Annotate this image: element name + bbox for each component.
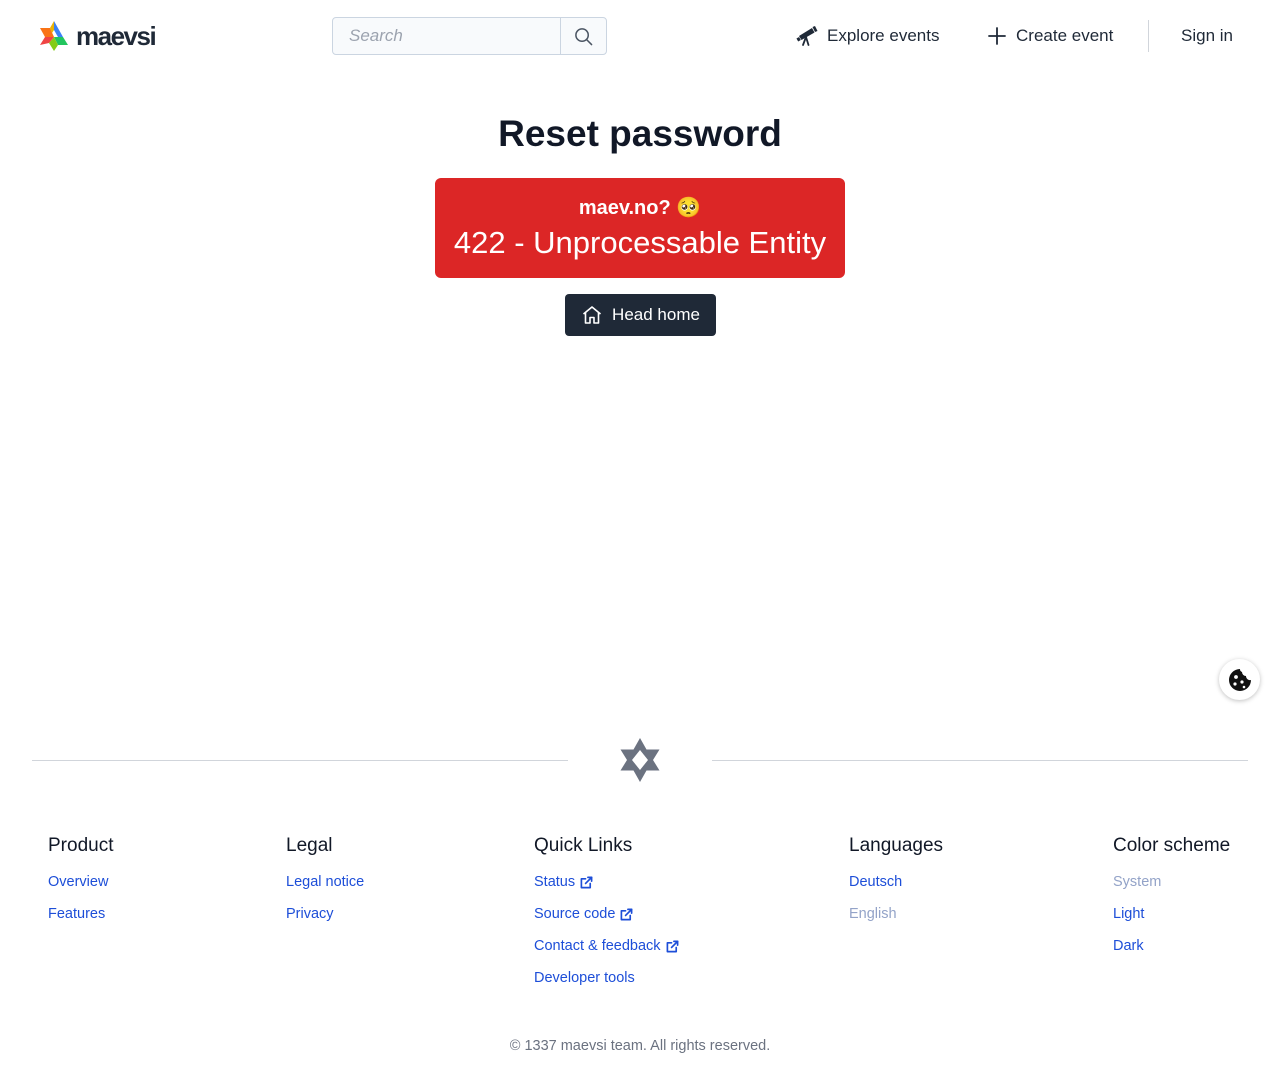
home-icon bbox=[583, 306, 602, 324]
footer-link-deutsch[interactable]: Deutsch bbox=[849, 866, 943, 898]
page-title: Reset password bbox=[498, 113, 782, 154]
footer-link-contact[interactable]: Contact & feedback bbox=[534, 930, 679, 962]
footer-link-overview[interactable]: Overview bbox=[48, 866, 113, 898]
footer-link-status[interactable]: Status bbox=[534, 866, 679, 898]
head-home-button[interactable]: Head home bbox=[565, 294, 716, 336]
footer-link-features[interactable]: Features bbox=[48, 898, 113, 930]
error-host: maev.no? 🥺 bbox=[578, 197, 702, 219]
plus-icon bbox=[988, 27, 1006, 45]
footer-heading-color-scheme: Color scheme bbox=[1113, 835, 1231, 856]
footer-link-developer-tools[interactable]: Developer tools bbox=[534, 962, 679, 994]
footer-product-column: Product Overview Features bbox=[48, 835, 113, 930]
head-home-label: Head home bbox=[612, 305, 700, 324]
footer-heading-product: Product bbox=[48, 835, 114, 856]
external-link-icon bbox=[580, 876, 593, 888]
footer-link-english[interactable]: English bbox=[849, 898, 943, 930]
error-code: 422 - Unprocessable Entity bbox=[453, 225, 827, 260]
footer-link-source-code-label: Source code bbox=[534, 906, 616, 922]
footer-link-dark[interactable]: Dark bbox=[1113, 930, 1230, 962]
search-icon bbox=[575, 27, 593, 45]
header: maevsi Explore events Create event Sign … bbox=[0, 0, 1280, 72]
footer-heading-languages: Languages bbox=[849, 835, 944, 856]
footer-link-source-code[interactable]: Source code bbox=[534, 898, 679, 930]
footer-heading-quick-links: Quick Links bbox=[534, 835, 633, 856]
footer-color-scheme-column: Color scheme System Light Dark bbox=[1113, 835, 1230, 962]
footer-link-contact-label: Contact & feedback bbox=[534, 938, 661, 954]
footer-divider-left bbox=[32, 760, 568, 761]
logo-star-icon bbox=[40, 21, 68, 51]
footer-star-icon bbox=[620, 738, 660, 782]
search-bar bbox=[332, 17, 607, 55]
footer-languages-column: Languages Deutsch English bbox=[849, 835, 943, 930]
search-input[interactable] bbox=[333, 18, 561, 54]
footer-link-privacy[interactable]: Privacy bbox=[286, 898, 364, 930]
footer-divider-right bbox=[712, 760, 1248, 761]
create-event-label: Create event bbox=[1016, 26, 1114, 45]
footer-link-status-label: Status bbox=[534, 874, 576, 890]
footer-quick-links-column: Quick Links Status Source code Contact &… bbox=[534, 835, 679, 994]
footer-link-light[interactable]: Light bbox=[1113, 898, 1230, 930]
explore-events-label: Explore events bbox=[827, 26, 940, 45]
copyright: © 1337 maevsi team. All rights reserved. bbox=[509, 1038, 771, 1054]
telescope-icon bbox=[796, 26, 818, 46]
logo[interactable]: maevsi bbox=[38, 19, 157, 53]
footer-heading-legal: Legal bbox=[286, 835, 333, 856]
nav-divider bbox=[1148, 20, 1149, 52]
external-link-icon bbox=[620, 908, 633, 920]
footer-link-legal-notice[interactable]: Legal notice bbox=[286, 866, 364, 898]
create-event-link[interactable]: Create event bbox=[987, 22, 1113, 50]
cookie-settings-button[interactable] bbox=[1219, 659, 1260, 700]
sign-in-label: Sign in bbox=[1181, 26, 1233, 45]
search-button[interactable] bbox=[561, 18, 606, 54]
external-link-icon bbox=[666, 940, 679, 952]
explore-events-link[interactable]: Explore events bbox=[796, 22, 939, 50]
footer-legal-column: Legal Legal notice Privacy bbox=[286, 835, 364, 930]
error-card: maev.no? 🥺 422 - Unprocessable Entity bbox=[435, 178, 845, 278]
footer-link-system[interactable]: System bbox=[1113, 866, 1230, 898]
logo-text: maevsi bbox=[76, 21, 157, 51]
sign-in-link[interactable]: Sign in bbox=[1181, 22, 1233, 50]
cookie-icon bbox=[1228, 668, 1251, 691]
